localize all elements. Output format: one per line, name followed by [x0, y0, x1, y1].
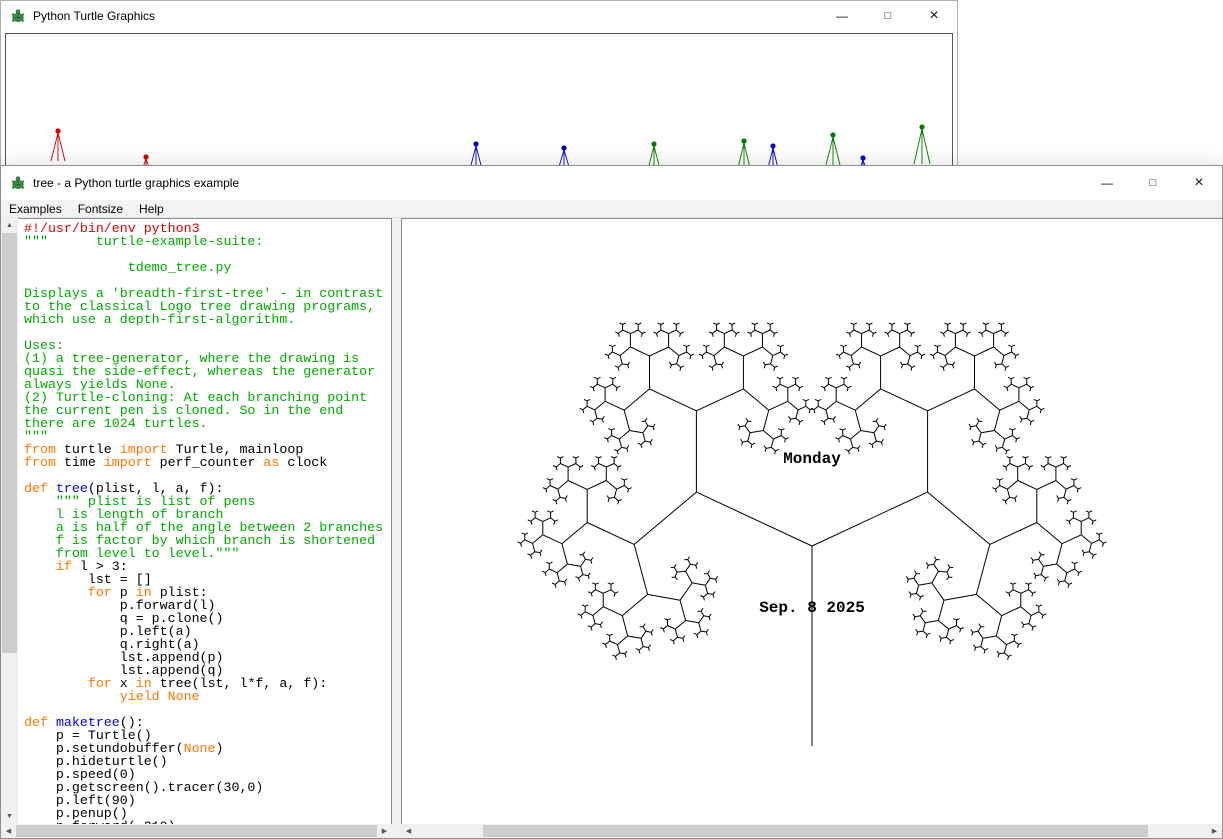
menu-item-fontsize[interactable]: Fontsize [70, 201, 131, 217]
bg-window-title: Python Turtle Graphics [33, 9, 155, 23]
code-vertical-scrollbar[interactable]: ▲ ▼ [1, 218, 18, 824]
date-label: Sep. 8 2025 [759, 599, 865, 617]
scroll-down-button[interactable]: ▼ [1, 809, 18, 824]
scroll-right-button[interactable]: ▶ [1207, 824, 1222, 838]
bg-minimize-button[interactable]: — [819, 1, 865, 31]
turtle-app-icon [10, 175, 26, 191]
scroll-right-button[interactable]: ▶ [377, 824, 392, 838]
turtle-canvas[interactable]: Monday Sep. 8 2025 [401, 218, 1222, 824]
canvas-hscroll-thumb[interactable] [483, 825, 1148, 837]
code-text: #!/usr/bin/env python3""" turtle-example… [24, 222, 391, 824]
menu-item-examples[interactable]: Examples [1, 201, 70, 217]
scroll-left-button[interactable]: ◀ [1, 824, 16, 838]
menu-item-help[interactable]: Help [131, 201, 172, 217]
scrollbar-gap [392, 824, 401, 838]
scroll-up-button[interactable]: ▲ [1, 218, 18, 233]
pane-sash[interactable] [392, 218, 401, 824]
weekday-label: Monday [783, 450, 841, 468]
fg-window-titlebar[interactable]: tree - a Python turtle graphics example … [1, 166, 1222, 200]
bg-window-titlebar[interactable]: Python Turtle Graphics — □ × [1, 1, 957, 31]
fg-close-button[interactable]: × [1176, 166, 1222, 200]
scroll-left-button[interactable]: ◀ [401, 824, 416, 838]
turtle-app-icon [10, 8, 26, 24]
tree-drawing [402, 219, 1222, 824]
code-horizontal-scrollbar[interactable]: ◀ ▶ [1, 824, 392, 838]
menubar: Examples Fontsize Help [1, 200, 1222, 218]
code-hscroll-thumb[interactable] [16, 825, 377, 837]
canvas-horizontal-scrollbar[interactable]: ◀ ▶ [401, 824, 1222, 838]
fg-window: tree - a Python turtle graphics example … [0, 165, 1223, 839]
code-viewer[interactable]: #!/usr/bin/env python3""" turtle-example… [18, 218, 392, 824]
fg-minimize-button[interactable]: — [1084, 166, 1130, 200]
bg-close-button[interactable]: × [911, 1, 957, 31]
fg-window-title: tree - a Python turtle graphics example [33, 176, 239, 190]
fg-maximize-button[interactable]: □ [1130, 166, 1176, 200]
bg-maximize-button[interactable]: □ [865, 1, 911, 31]
vertical-scroll-thumb[interactable] [2, 233, 17, 653]
